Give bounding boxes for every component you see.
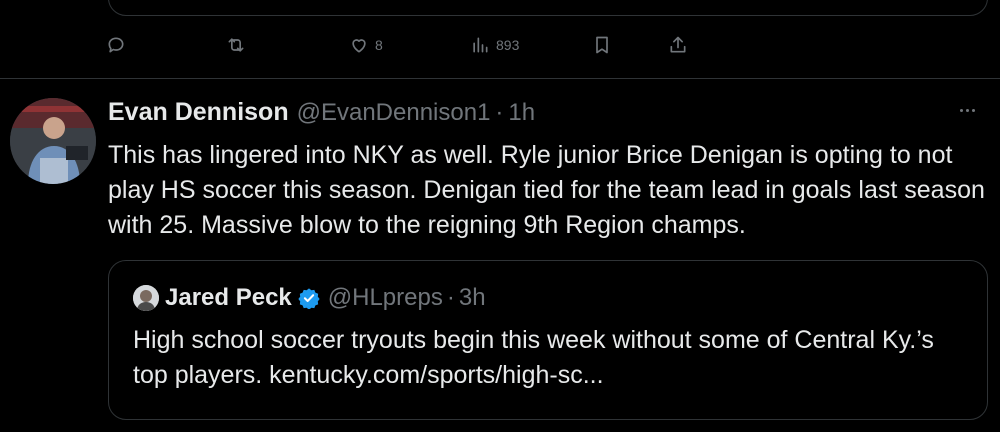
author-handle[interactable]: @EvanDennison1: [297, 99, 491, 127]
more-options-button[interactable]: [952, 100, 982, 120]
views-chart-icon: [473, 37, 488, 53]
header-separator: ·: [495, 99, 504, 126]
reply-button[interactable]: [106, 30, 132, 60]
more-dot-icon: [971, 108, 975, 112]
quoted-author-handle[interactable]: @HLpreps: [328, 284, 443, 312]
tweet-divider: [0, 78, 1000, 79]
tweet-text: This has lingered into NKY as well. Ryle…: [108, 141, 985, 239]
tweet-timestamp[interactable]: 1h: [508, 99, 535, 127]
bookmark-icon: [596, 36, 608, 54]
bookmark-button[interactable]: [592, 30, 612, 60]
like-button[interactable]: 8: [349, 30, 383, 60]
author-avatar[interactable]: [10, 98, 96, 184]
quoted-author-name[interactable]: Jared Peck: [165, 284, 292, 312]
previous-tweet-media-card[interactable]: [108, 0, 988, 16]
like-count: 8: [375, 37, 383, 53]
avatar-photo-icon: [10, 98, 96, 184]
views-count: 893: [496, 37, 520, 53]
verified-badge-icon: [298, 288, 320, 309]
quoted-tweet-card[interactable]: Jared Peck @HLpreps · 3h High school soc…: [108, 260, 988, 420]
quoted-header-separator: ·: [446, 284, 455, 311]
more-dot-icon: [965, 108, 969, 112]
heart-icon: [352, 39, 366, 53]
author-name[interactable]: Evan Dennison: [108, 98, 289, 127]
quoted-avatar-photo-icon: [133, 285, 159, 311]
previous-tweet-action-bar: 8 893: [0, 30, 1000, 60]
quoted-tweet-text: High school soccer tryouts begin this we…: [133, 326, 934, 389]
quoted-tweet-timestamp[interactable]: 3h: [459, 284, 486, 312]
quoted-author-avatar[interactable]: [133, 285, 159, 311]
share-button[interactable]: [668, 30, 688, 60]
retweet-icon: [228, 38, 244, 52]
reply-icon: [108, 37, 124, 53]
quoted-tweet-header: Jared Peck @HLpreps · 3h: [133, 283, 486, 313]
views-button[interactable]: 893: [470, 30, 519, 60]
tweet-header: Evan Dennison @EvanDennison1 · 1h: [108, 98, 535, 132]
more-dot-icon: [959, 108, 963, 112]
retweet-button[interactable]: [226, 30, 252, 60]
share-icon: [670, 36, 686, 53]
